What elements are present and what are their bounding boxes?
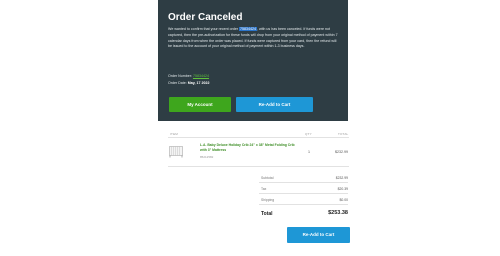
page-title: Order Canceled	[168, 12, 243, 23]
order-date-label: Order Date:	[168, 81, 187, 85]
product-price: $232.99	[335, 150, 348, 154]
summary-divider	[259, 193, 348, 194]
table-divider	[168, 166, 349, 167]
table-divider	[168, 137, 349, 138]
subtotal-value: $232.99	[335, 176, 348, 180]
summary-divider	[259, 182, 348, 183]
total-label: Total	[261, 211, 273, 217]
order-canceled-banner: Order Canceled We wanted to confirm that…	[158, 0, 348, 121]
product-quantity: 1	[308, 150, 310, 154]
order-number-highlight: 75834424	[239, 27, 258, 31]
order-number-row: Order Number: 75834424	[168, 74, 209, 78]
order-date-value: May, 17 2022	[187, 81, 210, 85]
subtotal-label: Subtotal	[261, 176, 274, 180]
tax-label: Tax	[261, 187, 267, 191]
my-account-button[interactable]: My Account	[169, 97, 231, 112]
shipping-label: Shipping	[261, 198, 275, 202]
order-date-row: Order Date: May, 17 2022	[168, 81, 210, 85]
product-name-link[interactable]: L.A. Baby Deluxe Holiday Crib 24" x 38" …	[200, 143, 295, 153]
column-header-total: TOTAL	[338, 132, 349, 136]
cancel-message-lead: We wanted to confirm that your recent or…	[168, 27, 240, 31]
summary-divider	[259, 204, 348, 205]
tax-value: $20.39	[337, 187, 348, 191]
product-sku: 85212582	[200, 155, 214, 159]
shipping-value: $0.00	[339, 198, 349, 202]
readd-to-cart-button-bottom[interactable]: Re-Add to Cart	[287, 227, 350, 243]
order-number-label: Order Number:	[168, 74, 192, 78]
total-value: $253.38	[328, 210, 348, 216]
column-header-item: ITEM	[170, 132, 178, 136]
crib-product-image[interactable]	[169, 145, 183, 158]
readd-to-cart-button[interactable]: Re-Add to Cart	[236, 97, 313, 112]
order-number-link[interactable]: 75834424	[193, 74, 209, 78]
column-header-qty: QTY	[305, 132, 312, 136]
cancel-message: We wanted to confirm that your recent or…	[168, 27, 340, 50]
